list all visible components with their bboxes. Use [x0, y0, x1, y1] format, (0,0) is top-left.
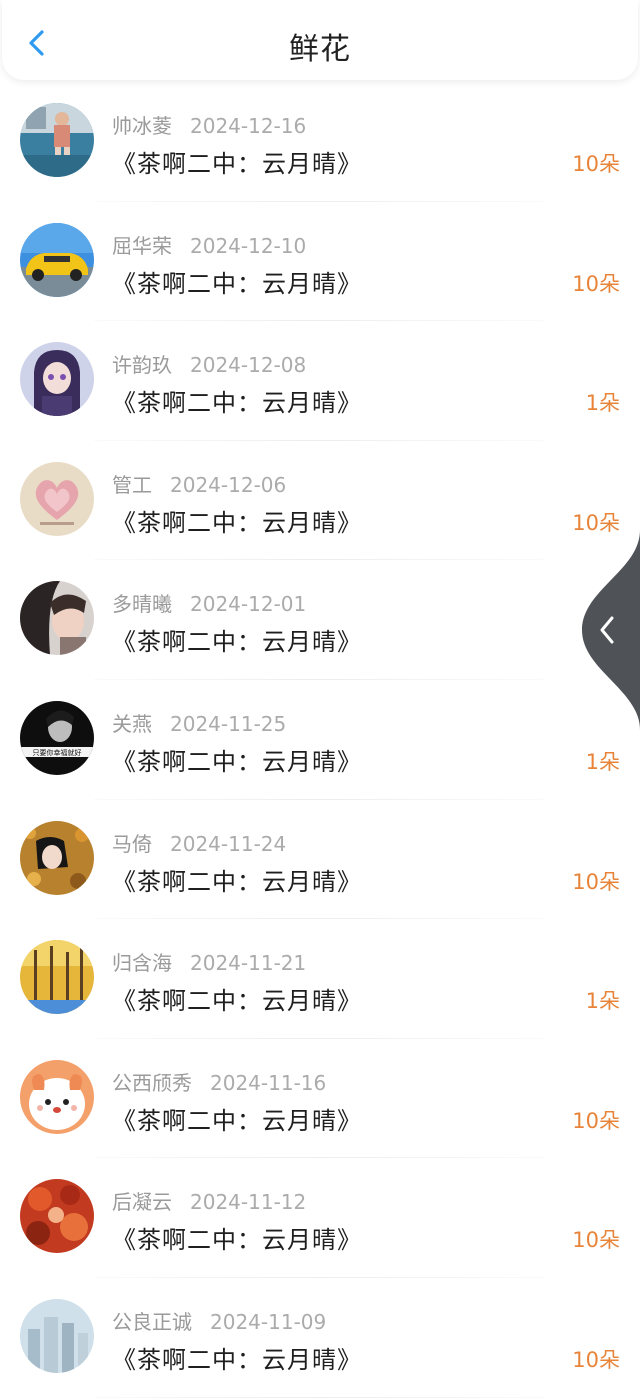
user-name: 关燕	[112, 711, 152, 736]
page-title: 鲜花	[289, 32, 351, 67]
list-item[interactable]: 马倚 2024-11-24 《茶啊二中：云月晴》 10朵	[0, 800, 640, 920]
user-name: 后凝云	[112, 1190, 172, 1215]
flower-count: 10朵	[572, 869, 620, 894]
gift-date: 2024-11-24	[170, 831, 287, 856]
flower-count: 1朵	[585, 749, 620, 774]
list-item[interactable]: 只要你幸福就好 关燕 2024-11-25 《茶啊二中：云月晴》 1朵	[0, 680, 640, 800]
avatar[interactable]	[20, 1059, 94, 1134]
list-item[interactable]: 后凝云 2024-11-12 《茶啊二中：云月晴》 10朵	[0, 1158, 640, 1278]
gift-date: 2024-12-01	[190, 592, 307, 617]
user-name: 马倚	[112, 831, 152, 856]
avatar[interactable]	[20, 103, 94, 177]
gift-date: 2024-11-16	[210, 1070, 327, 1095]
avatar[interactable]	[20, 581, 94, 656]
gift-date: 2024-11-12	[190, 1190, 307, 1215]
avatar[interactable]	[20, 222, 94, 297]
avatar-caption: 只要你幸福就好	[33, 748, 82, 757]
book-title: 《茶啊二中：云月晴》	[112, 269, 362, 298]
list-item[interactable]: 公良正诚 2024-11-09 《茶啊二中：云月晴》 10朵	[0, 1278, 640, 1398]
list-item[interactable]: 帅冰菱 2024-12-16 《茶啊二中：云月晴》 10朵	[0, 82, 640, 202]
flower-count: 1朵	[585, 989, 620, 1014]
book-title: 《茶啊二中：云月晴》	[112, 1345, 362, 1374]
divider	[94, 1396, 544, 1398]
avatar[interactable]	[20, 820, 94, 895]
gift-date: 2024-12-16	[190, 114, 307, 138]
flower-count: 10朵	[572, 1347, 620, 1372]
book-title: 《茶啊二中：云月晴》	[112, 508, 362, 537]
gift-date: 2024-11-09	[210, 1309, 327, 1334]
flower-count: 10朵	[572, 1108, 620, 1133]
avatar[interactable]	[20, 1179, 94, 1254]
flower-list: 帅冰菱 2024-12-16 《茶啊二中：云月晴》 10朵 屈华荣 2024-12-…	[0, 82, 640, 1398]
side-drawer-handle[interactable]	[580, 530, 640, 730]
list-item[interactable]: 管工 2024-12-06 《茶啊二中：云月晴》 10朵	[0, 441, 640, 561]
gift-date: 2024-11-21	[190, 951, 307, 976]
user-name: 公良正诚	[112, 1309, 192, 1334]
avatar[interactable]	[20, 1298, 94, 1373]
gift-date: 2024-12-06	[170, 472, 287, 497]
book-title: 《茶啊二中：云月晴》	[112, 1106, 362, 1135]
list-item[interactable]: 许韵玖 2024-12-08 《茶啊二中：云月晴》 1朵	[0, 321, 640, 441]
top-bar: 鲜花	[2, 0, 638, 80]
flower-count: 1朵	[585, 391, 620, 416]
avatar[interactable]: 只要你幸福就好	[20, 700, 94, 775]
book-title: 《茶啊二中：云月晴》	[112, 747, 362, 776]
list-item[interactable]: 屈华荣 2024-12-10 《茶啊二中：云月晴》 10朵	[0, 202, 640, 322]
flower-count: 10朵	[572, 152, 620, 176]
gift-date: 2024-11-25	[170, 711, 287, 736]
list-item[interactable]: 公西颀秀 2024-11-16 《茶啊二中：云月晴》 10朵	[0, 1039, 640, 1159]
user-name: 屈华荣	[112, 233, 172, 258]
book-title: 《茶啊二中：云月晴》	[112, 628, 362, 657]
list-item[interactable]: 多晴曦2024-12-01 《茶啊二中：云月晴》 1朵	[0, 560, 640, 680]
list-item[interactable]: 归含海 2024-11-21 《茶啊二中：云月晴》 1朵	[0, 919, 640, 1039]
gift-date: 2024-12-10	[190, 233, 307, 258]
user-name: 多晴曦	[112, 592, 172, 617]
avatar[interactable]	[20, 461, 94, 536]
user-name: 公西颀秀	[112, 1070, 192, 1095]
gift-date: 2024-12-08	[190, 353, 307, 378]
book-title: 《茶啊二中：云月晴》	[112, 389, 362, 418]
avatar[interactable]	[20, 940, 94, 1015]
avatar[interactable]	[20, 342, 94, 417]
book-title: 《茶啊二中：云月晴》	[112, 150, 362, 178]
user-name: 帅冰菱	[112, 114, 172, 138]
flower-count: 10朵	[572, 271, 620, 296]
user-name: 管工	[112, 472, 152, 497]
book-title: 《茶啊二中：云月晴》	[112, 867, 362, 896]
book-title: 《茶啊二中：云月晴》	[112, 1226, 362, 1255]
book-title: 《茶啊二中：云月晴》	[112, 987, 362, 1016]
user-name: 归含海	[112, 951, 172, 976]
flower-count: 10朵	[572, 1228, 620, 1253]
user-name: 许韵玖	[112, 353, 172, 378]
